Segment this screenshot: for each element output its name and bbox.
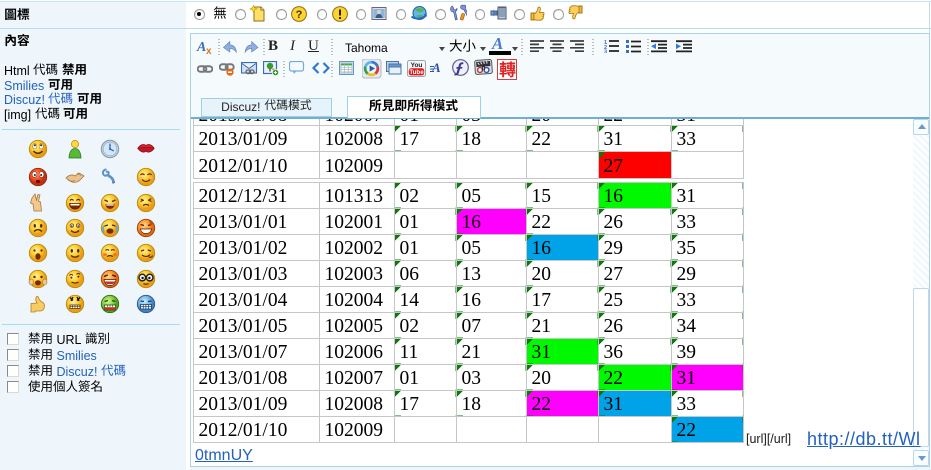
svg-text:3: 3 <box>604 50 607 53</box>
svg-text:A: A <box>196 40 206 55</box>
svg-text:x: x <box>206 46 212 55</box>
svg-text:?: ? <box>296 9 303 21</box>
svg-text:Tube: Tube <box>409 69 424 76</box>
